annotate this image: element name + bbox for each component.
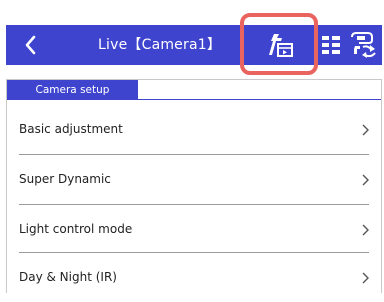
menu-item-super-dynamic[interactable]: Super Dynamic [7, 155, 381, 204]
camera-switch-icon[interactable] [349, 31, 379, 59]
camera-setup-icon[interactable] [268, 31, 294, 59]
page-title: Live【Camera1】 [98, 37, 222, 53]
chevron-right-icon [362, 124, 369, 136]
menu-item-label: Day & Night (IR) [19, 270, 117, 284]
section-title: Camera setup [7, 80, 138, 100]
camera-setup-panel: Camera setup Basic adjustment Super Dyna… [6, 79, 382, 293]
chevron-right-icon [362, 224, 369, 236]
menu-item-label: Light control mode [19, 222, 133, 236]
menu-item-light-control-mode[interactable]: Light control mode [7, 205, 381, 254]
top-bar: Live【Camera1】 [6, 13, 382, 75]
menu-item-label: Basic adjustment [19, 122, 123, 136]
menu-item-basic-adjustment[interactable]: Basic adjustment [7, 105, 381, 154]
chevron-right-icon [362, 174, 369, 186]
grid-view-icon[interactable] [322, 36, 340, 54]
menu-item-day-night-ir[interactable]: Day & Night (IR) [7, 253, 381, 302]
menu-item-label: Super Dynamic [19, 172, 111, 186]
chevron-left-icon[interactable] [20, 33, 42, 57]
section-underline [138, 99, 381, 100]
chevron-right-icon [362, 272, 369, 284]
